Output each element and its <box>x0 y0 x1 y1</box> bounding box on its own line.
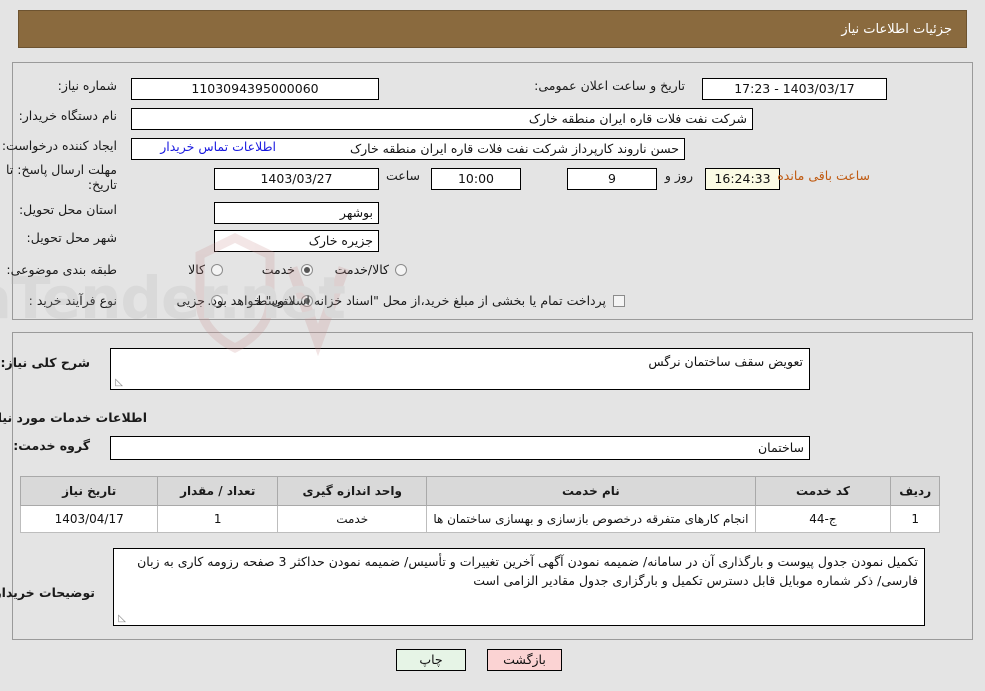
remaining-days-value: 9 <box>567 168 657 190</box>
cell-service-name: انجام کارهای متفرقه درخصوص بازسازی و بهس… <box>426 505 756 533</box>
category-option-label-1[interactable]: خدمت <box>262 262 295 277</box>
need-number-label: شماره نیاز: <box>57 78 117 93</box>
services-table: ردیف کد خدمت نام خدمت واحد اندازه گیری ت… <box>19 476 940 533</box>
buyer-notes-value: تکمیل نمودن جدول پیوست و بارگذاری آن در … <box>137 554 918 588</box>
general-desc-label: شرح کلی نیاز: <box>0 355 90 370</box>
cell-need-date: 1403/04/17 <box>19 505 159 533</box>
deadline-date-value: 1403/03/27 <box>214 168 379 190</box>
remaining-days-label: روز و <box>664 168 693 183</box>
treasury-bond-checkbox[interactable] <box>613 294 625 307</box>
print-button[interactable]: چاپ <box>396 649 466 671</box>
countdown-timer-value: 16:24:33 <box>705 168 780 190</box>
countdown-timer-label: ساعت باقی مانده <box>777 168 870 183</box>
cell-quantity: 1 <box>157 505 279 533</box>
buyer-notes-label: توضیحات خریدار: <box>0 585 95 600</box>
category-option-label-2[interactable]: کالا/خدمت <box>335 262 389 277</box>
deadline-time-value: 10:00 <box>431 168 521 190</box>
need-number-value: 1103094395000060 <box>131 78 379 100</box>
province-value: بوشهر <box>214 202 379 224</box>
general-desc-textarea[interactable]: تعویض سقف ساختمان نرگس ◺ <box>110 348 810 390</box>
announce-datetime-label: تاریخ و ساعت اعلان عمومی: <box>534 78 685 93</box>
col-quantity: تعداد / مقدار <box>157 476 279 506</box>
col-need-date: تاریخ نیاز <box>19 476 159 506</box>
city-value: جزیره خارک <box>214 230 379 252</box>
category-label: طبقه بندی موضوعی: <box>6 262 117 277</box>
back-button[interactable]: بازگشت <box>487 649 562 671</box>
requester-label: ایجاد کننده درخواست: <box>1 138 117 153</box>
general-desc-value: تعویض سقف ساختمان نرگس <box>648 354 803 369</box>
table-header-row: ردیف کد خدمت نام خدمت واحد اندازه گیری ت… <box>19 476 940 506</box>
page-title: جزئیات اطلاعات نیاز <box>841 21 952 37</box>
page-root: riaTender.net جزئیات اطلاعات نیاز شماره … <box>0 0 985 691</box>
treasury-bond-note: پرداخت تمام یا بخشی از مبلغ خرید،از محل … <box>207 293 606 308</box>
resize-grip-icon[interactable]: ◺ <box>113 378 123 388</box>
deadline-label: مهلت ارسال پاسخ: تا تاریخ: <box>6 162 117 192</box>
city-label: شهر محل تحویل: <box>26 230 117 245</box>
deadline-hour-label: ساعت <box>385 168 420 183</box>
table-row[interactable]: 1 ج-44 انجام کارهای متفرقه درخصوص بازساز… <box>19 505 940 533</box>
province-label: استان محل تحویل: <box>18 202 117 217</box>
col-service-code: کد خدمت <box>754 476 892 506</box>
announce-datetime-value: 1403/03/17 - 17:23 <box>702 78 887 100</box>
services-info-heading: اطلاعات خدمات مورد نیاز <box>0 410 147 425</box>
col-row-no: ردیف <box>890 476 940 506</box>
cell-service-code: ج-44 <box>754 505 892 533</box>
category-radio-kala[interactable] <box>211 263 223 276</box>
col-unit: واحد اندازه گیری <box>277 476 428 506</box>
buyer-org-value: شرکت نفت فلات قاره ایران منطقه خارک <box>131 108 753 130</box>
buyer-contact-link[interactable]: اطلاعات تماس خریدار <box>160 139 276 154</box>
category-option-label-0[interactable]: کالا <box>188 262 205 277</box>
window-title-bar: جزئیات اطلاعات نیاز <box>18 10 967 48</box>
category-radio-khedmat[interactable] <box>301 263 313 276</box>
service-group-label: گروه خدمت: <box>13 438 90 453</box>
col-service-name: نام خدمت <box>426 476 756 506</box>
buyer-org-label: نام دستگاه خریدار: <box>18 108 117 123</box>
service-group-value[interactable]: ساختمان <box>110 436 810 460</box>
need-summary-panel <box>12 62 973 320</box>
resize-grip-icon-notes[interactable]: ◺ <box>116 614 126 624</box>
process-option-label-0[interactable]: جزیی <box>176 293 205 308</box>
category-radio-kala-khedmat[interactable] <box>395 263 407 276</box>
process-label: نوع فرآیند خرید : <box>28 293 117 308</box>
cell-unit: خدمت <box>277 505 428 533</box>
buyer-notes-textarea[interactable]: تکمیل نمودن جدول پیوست و بارگذاری آن در … <box>113 548 925 626</box>
cell-row-no: 1 <box>890 505 940 533</box>
